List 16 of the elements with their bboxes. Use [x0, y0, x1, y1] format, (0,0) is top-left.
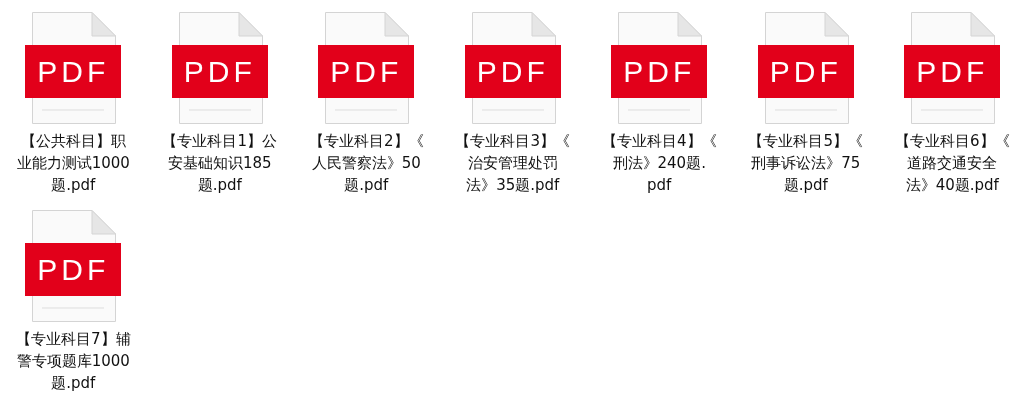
pdf-badge: PDF [171, 45, 268, 98]
file-name[interactable]: 【专业科目6】《 道路交通安全 法》40题.pdf [894, 130, 1010, 196]
pdf-badge: PDF [611, 45, 708, 98]
file-name[interactable]: 【专业科目4】《 刑法》240题. pdf [601, 130, 717, 196]
pdf-badge: PDF [464, 45, 561, 98]
file-name[interactable]: 【专业科目7】辅 警专项题库1000 题.pdf [15, 328, 131, 394]
file-name[interactable]: 【专业科目3】《 治安管理处罚 法》35题.pdf [455, 130, 570, 196]
pdf-badge: PDF [25, 45, 122, 98]
file-name[interactable]: 【公共科目】职 业能力测试1000 题.pdf [16, 130, 130, 196]
pdf-badge: PDF [25, 243, 122, 296]
file-name[interactable]: 【专业科目1】公 安基础知识185 题.pdf [162, 130, 277, 196]
file-name[interactable]: 【专业科目2】《 人民警察法》50 题.pdf [308, 130, 424, 196]
pdf-badge: PDF [318, 45, 415, 98]
pdf-badge: PDF [757, 45, 854, 98]
pdf-badge: PDF [904, 45, 1001, 98]
file-name[interactable]: 【专业科目5】《 刑事诉讼法》75 题.pdf [748, 130, 863, 196]
